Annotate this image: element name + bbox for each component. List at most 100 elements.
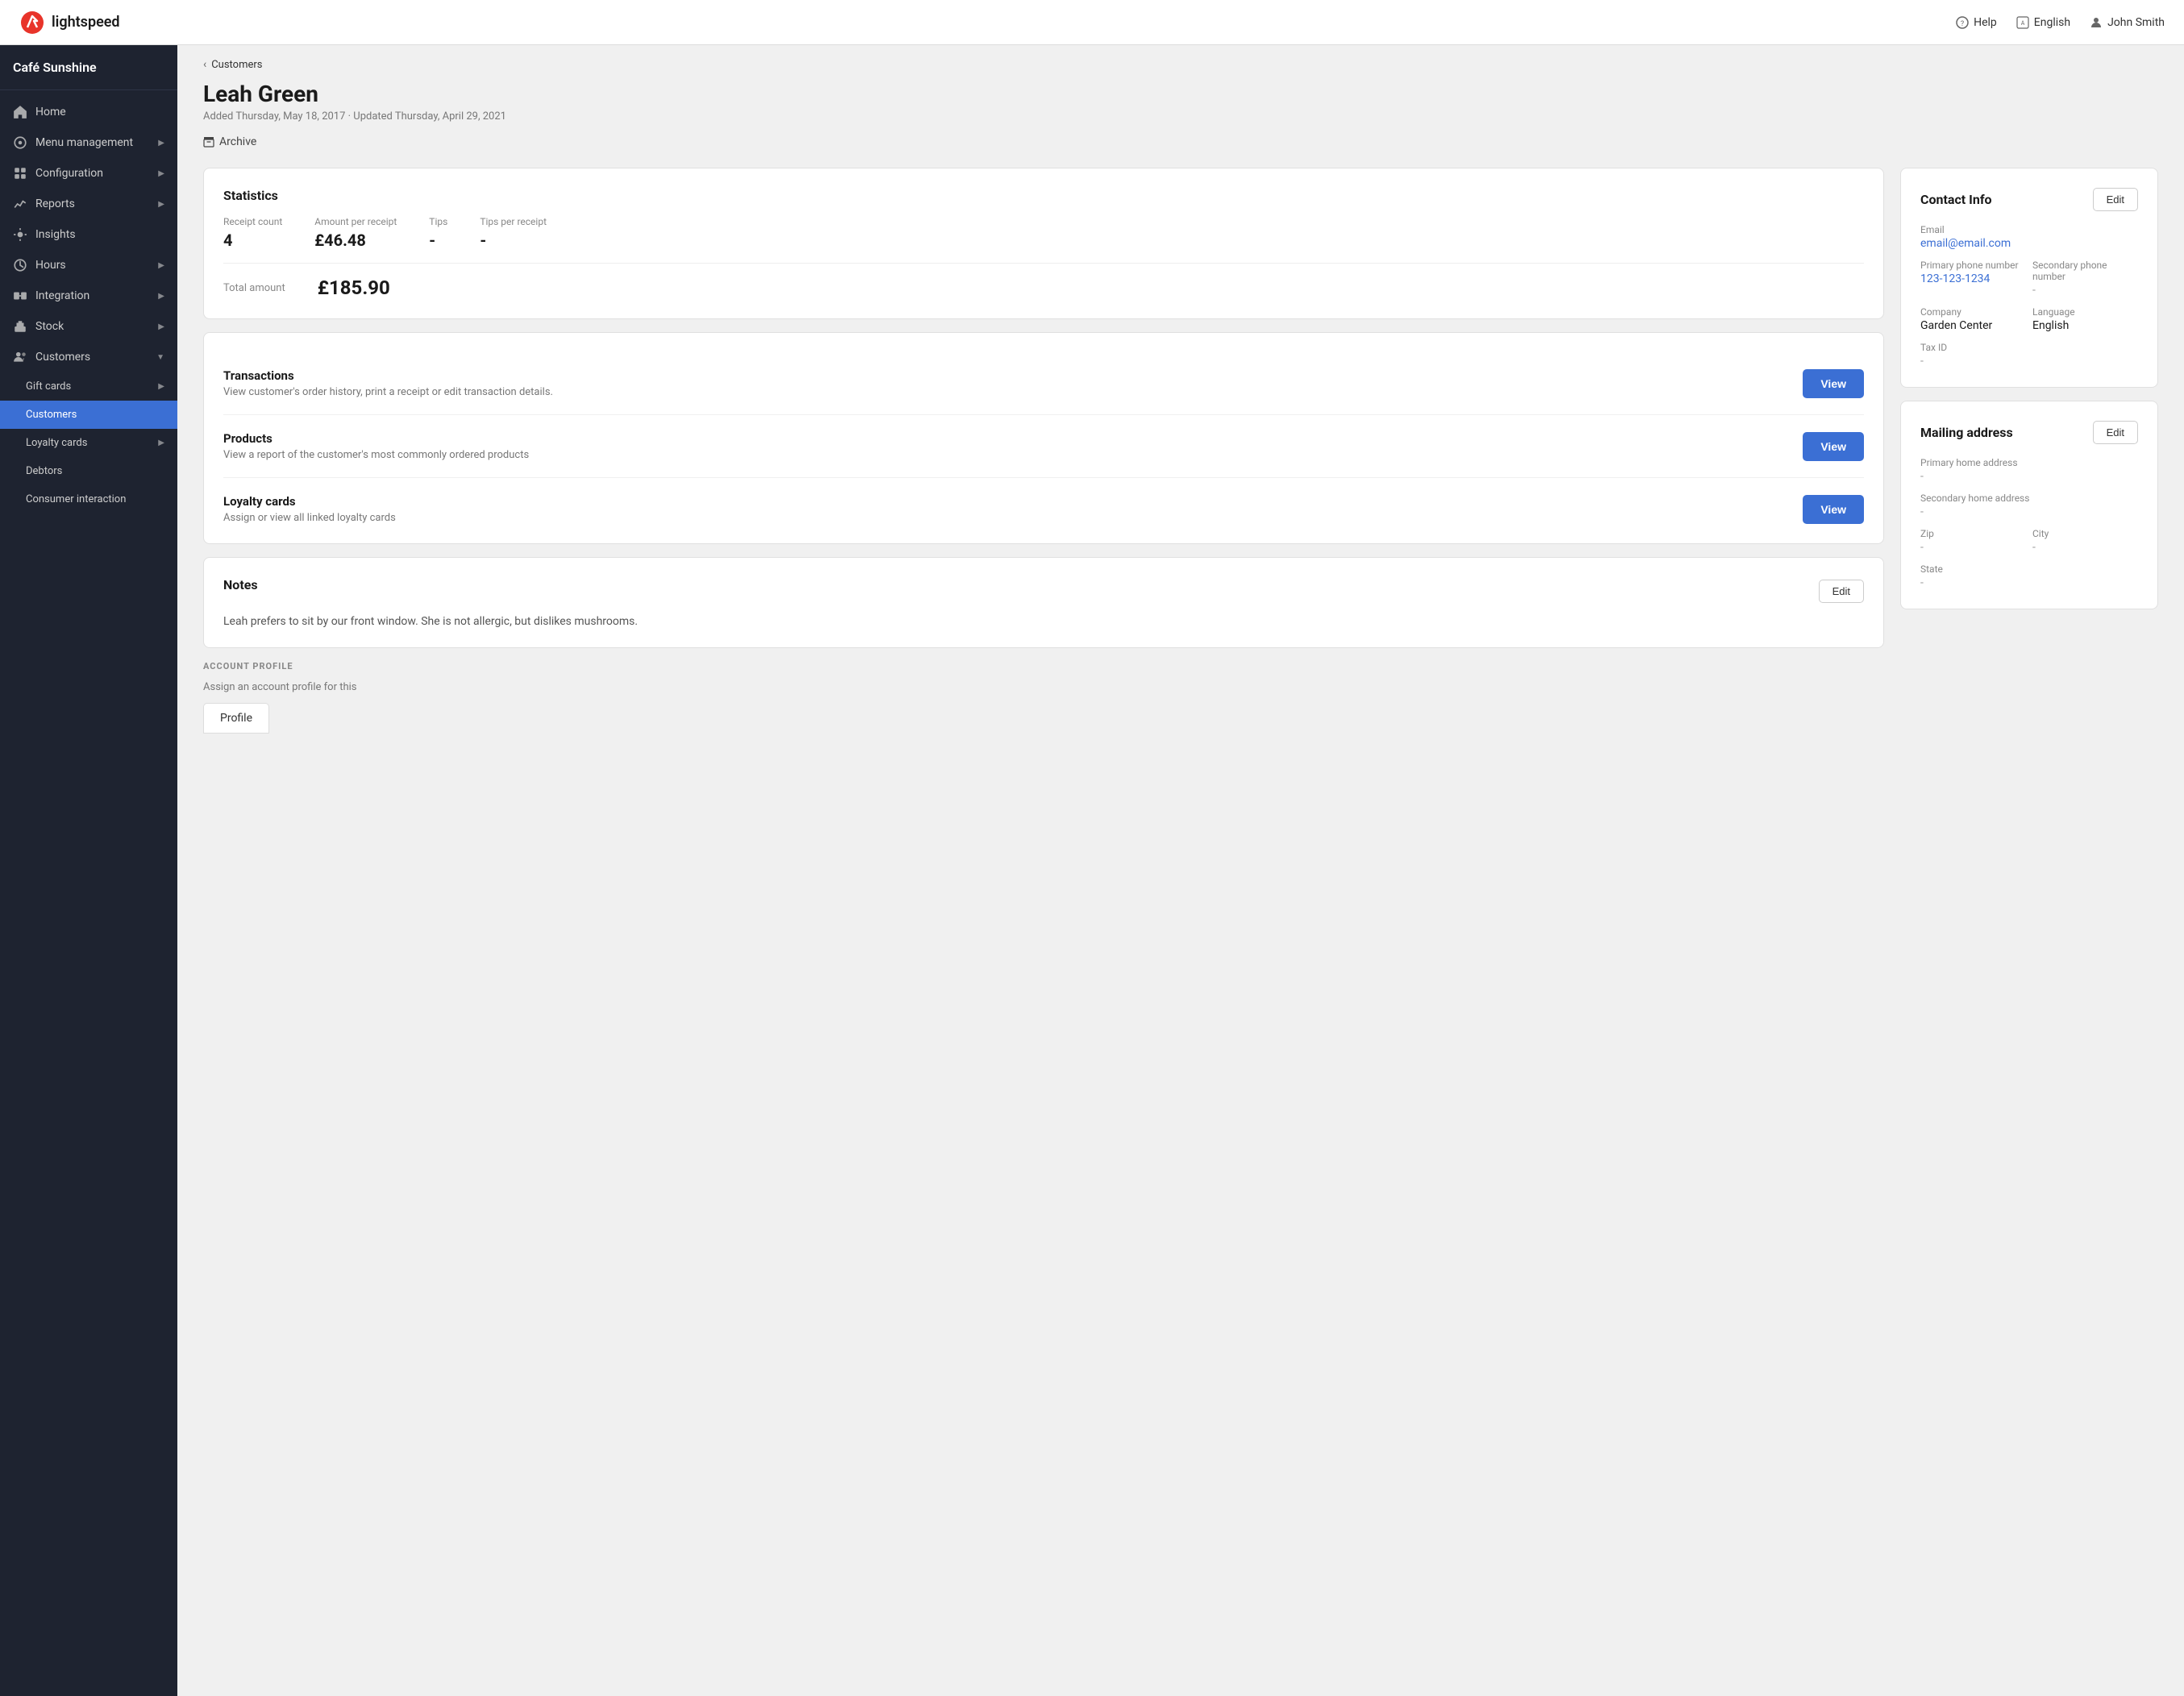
primary-home-value: - bbox=[1920, 470, 2138, 483]
breadcrumb-arrow: ‹ bbox=[203, 58, 206, 71]
loyalty-cards-title: Loyalty cards bbox=[223, 494, 396, 509]
reports-arrow: ▶ bbox=[158, 200, 164, 209]
primary-home-field: Primary home address - bbox=[1920, 457, 2138, 483]
amount-per-receipt-label: Amount per receipt bbox=[314, 216, 397, 227]
tips-per-receipt-value: - bbox=[480, 231, 547, 250]
sidebar: Café Sunshine Home Menu management ▶ Con… bbox=[0, 45, 177, 1696]
sidebar-item-loyalty-cards[interactable]: Loyalty cards ▶ bbox=[0, 429, 177, 457]
logo-text: lightspeed bbox=[52, 14, 120, 31]
city-field: City - bbox=[2032, 528, 2138, 554]
nav-loyalty-cards-label: Loyalty cards bbox=[26, 437, 87, 449]
reports-icon bbox=[13, 197, 27, 211]
secondary-home-value: - bbox=[1920, 505, 2138, 518]
archive-label: Archive bbox=[219, 135, 256, 148]
sidebar-item-debtors[interactable]: Debtors bbox=[0, 457, 177, 485]
sidebar-item-home[interactable]: Home bbox=[0, 97, 177, 127]
tax-id-value: - bbox=[1920, 355, 2138, 368]
sidebar-item-consumer-interaction[interactable]: Consumer interaction bbox=[0, 485, 177, 513]
tips-per-receipt-stat: Tips per receipt - bbox=[480, 216, 547, 250]
help-button[interactable]: ? Help bbox=[1956, 16, 1997, 29]
nav-home-label: Home bbox=[35, 106, 66, 118]
sidebar-item-hours[interactable]: Hours ▶ bbox=[0, 250, 177, 281]
sidebar-item-stock[interactable]: Stock ▶ bbox=[0, 311, 177, 342]
logo: lightspeed bbox=[19, 10, 120, 35]
sidebar-item-menu-management[interactable]: Menu management ▶ bbox=[0, 127, 177, 158]
notes-card: Notes Edit Leah prefers to sit by our fr… bbox=[203, 557, 1884, 648]
language-selector[interactable]: A English bbox=[2016, 16, 2070, 29]
language-value: English bbox=[2032, 319, 2138, 332]
products-item: Products View a report of the customer's… bbox=[223, 415, 1864, 478]
primary-phone-value[interactable]: 123-123-1234 bbox=[1920, 272, 2026, 285]
language-label: Language bbox=[2032, 306, 2138, 318]
language-icon: A bbox=[2016, 16, 2029, 29]
notes-header: Notes Edit bbox=[223, 577, 1864, 605]
transactions-view-button[interactable]: View bbox=[1803, 369, 1864, 398]
help-label: Help bbox=[1974, 16, 1997, 29]
stock-icon bbox=[13, 319, 27, 334]
products-info: Products View a report of the customer's… bbox=[223, 431, 529, 461]
user-menu[interactable]: John Smith bbox=[2090, 16, 2165, 29]
mailing-address-header: Mailing address Edit bbox=[1920, 421, 2138, 444]
menu-arrow: ▶ bbox=[158, 139, 164, 148]
primary-home-label: Primary home address bbox=[1920, 457, 2138, 468]
products-title: Products bbox=[223, 431, 529, 446]
notes-edit-button[interactable]: Edit bbox=[1819, 580, 1864, 603]
company-field: Company Garden Center bbox=[1920, 306, 2026, 332]
breadcrumb[interactable]: ‹ Customers bbox=[203, 58, 2158, 71]
tips-value: - bbox=[429, 231, 447, 250]
loyalty-cards-view-button[interactable]: View bbox=[1803, 495, 1864, 524]
mailing-address-edit-button[interactable]: Edit bbox=[2093, 421, 2138, 444]
statistics-card: Statistics Receipt count 4 Amount per re… bbox=[203, 168, 1884, 319]
topbar-right: ? Help A English John Smith bbox=[1956, 16, 2165, 29]
products-view-button[interactable]: View bbox=[1803, 432, 1864, 461]
integration-arrow: ▶ bbox=[158, 292, 164, 301]
nav-hours-label: Hours bbox=[35, 259, 66, 272]
city-value: - bbox=[2032, 541, 2138, 554]
tips-stat: Tips - bbox=[429, 216, 447, 250]
tips-label: Tips bbox=[429, 216, 447, 227]
transactions-description: View customer's order history, print a r… bbox=[223, 386, 553, 398]
notes-title: Notes bbox=[223, 577, 258, 592]
tax-id-field: Tax ID - bbox=[1920, 342, 2138, 368]
left-column: Statistics Receipt count 4 Amount per re… bbox=[203, 168, 1884, 734]
mailing-address-grid: Primary home address - Secondary home ad… bbox=[1920, 457, 2138, 589]
nav-config-label: Configuration bbox=[35, 167, 103, 180]
hours-icon bbox=[13, 258, 27, 272]
receipt-count-value: 4 bbox=[223, 231, 282, 250]
contact-info-header: Contact Info Edit bbox=[1920, 188, 2138, 211]
right-column: Contact Info Edit Email email@email.com … bbox=[1900, 168, 2158, 734]
secondary-home-field: Secondary home address - bbox=[1920, 493, 2138, 518]
receipt-count-label: Receipt count bbox=[223, 216, 282, 227]
topbar: lightspeed ? Help A English John Smith bbox=[0, 0, 2184, 45]
amount-per-receipt-value: £46.48 bbox=[314, 231, 397, 250]
email-value[interactable]: email@email.com bbox=[1920, 237, 2138, 250]
zip-value: - bbox=[1920, 541, 2026, 554]
nav-integration-label: Integration bbox=[35, 289, 89, 302]
language-label: English bbox=[2034, 16, 2070, 29]
contact-info-edit-button[interactable]: Edit bbox=[2093, 188, 2138, 211]
secondary-phone-field: Secondary phone number - bbox=[2032, 260, 2138, 297]
archive-button[interactable]: Archive bbox=[203, 132, 2158, 152]
sidebar-item-configuration[interactable]: Configuration ▶ bbox=[0, 158, 177, 189]
statistics-title: Statistics bbox=[223, 188, 1864, 203]
total-amount-value: £185.90 bbox=[318, 276, 390, 299]
city-label: City bbox=[2032, 528, 2138, 539]
account-profile-label: ACCOUNT PROFILE bbox=[203, 661, 1884, 671]
secondary-phone-value: - bbox=[2032, 284, 2138, 297]
language-field: Language English bbox=[2032, 306, 2138, 332]
sidebar-item-integration[interactable]: Integration ▶ bbox=[0, 281, 177, 311]
nav-debtors-label: Debtors bbox=[26, 465, 62, 477]
sidebar-item-gift-cards[interactable]: Gift cards ▶ bbox=[0, 372, 177, 401]
sidebar-item-customers[interactable]: Customers bbox=[0, 401, 177, 429]
sidebar-item-reports[interactable]: Reports ▶ bbox=[0, 189, 177, 219]
tax-id-label: Tax ID bbox=[1920, 342, 2138, 353]
secondary-home-label: Secondary home address bbox=[1920, 493, 2138, 504]
contact-info-card: Contact Info Edit Email email@email.com … bbox=[1900, 168, 2158, 388]
lightspeed-logo-icon bbox=[19, 10, 45, 35]
sidebar-item-customers-group[interactable]: Customers ▼ bbox=[0, 342, 177, 372]
tips-per-receipt-label: Tips per receipt bbox=[480, 216, 547, 227]
state-label: State bbox=[1920, 563, 2138, 575]
sidebar-item-insights[interactable]: Insights bbox=[0, 219, 177, 250]
actions-card: Transactions View customer's order histo… bbox=[203, 332, 1884, 544]
profile-tab[interactable]: Profile bbox=[203, 703, 269, 734]
